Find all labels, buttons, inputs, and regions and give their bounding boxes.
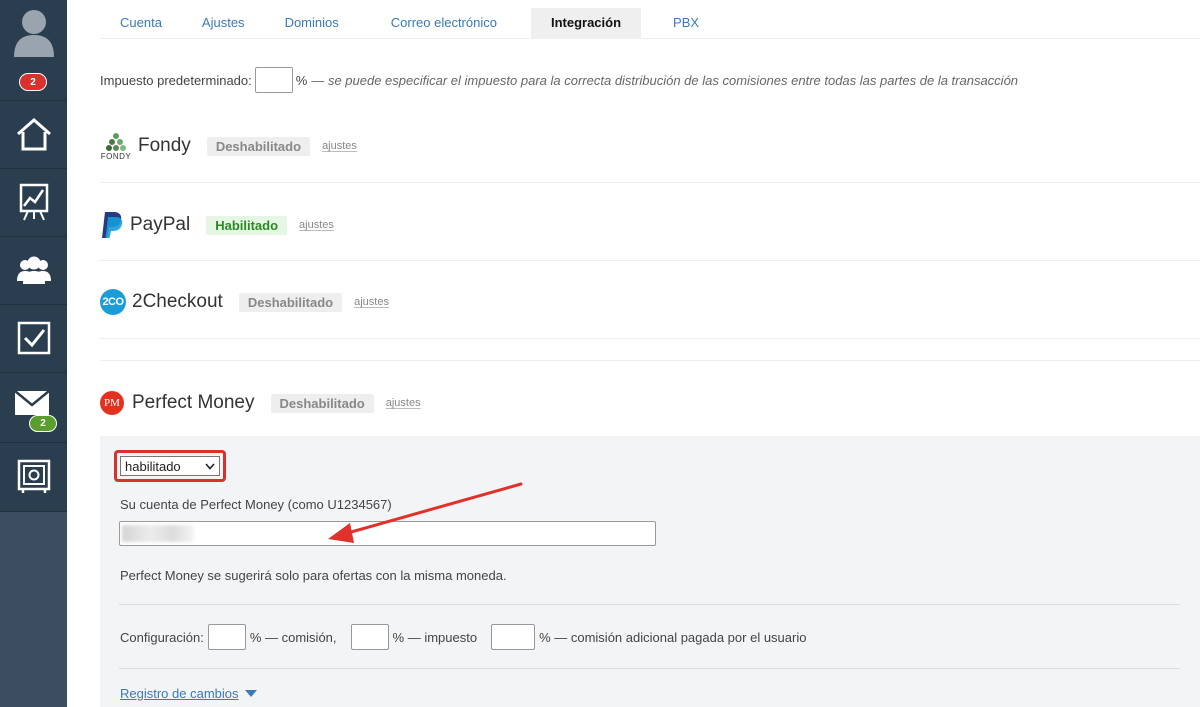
home-icon	[16, 118, 51, 151]
checkbox-icon	[17, 321, 50, 355]
tab-domains[interactable]: Dominios	[265, 8, 359, 38]
tax-input[interactable]	[350, 624, 389, 650]
default-tax-row: Impuesto predeterminado: % — se puede es…	[100, 67, 1018, 93]
chart-icon	[19, 183, 48, 221]
mail-icon	[13, 390, 50, 415]
commission-input[interactable]	[207, 624, 246, 650]
currency-note: Perfect Money se sugerirá solo para ofer…	[120, 568, 507, 583]
sidebar-empty-area	[0, 512, 67, 707]
panel-divider	[119, 604, 1180, 605]
gateway-divider	[100, 260, 1200, 261]
account-label: Su cuenta de Perfect Money (como U123456…	[120, 497, 392, 512]
safe-icon	[17, 459, 50, 493]
sidebar-item-contacts[interactable]	[0, 236, 67, 304]
panel-divider	[119, 668, 1180, 669]
fondy-logo-text: FONDY	[100, 151, 132, 161]
fondy-name: Fondy	[138, 135, 191, 156]
perfect-money-name: Perfect Money	[132, 392, 255, 413]
commission-suffix: % — comisión,	[249, 629, 337, 645]
user-icon	[13, 10, 54, 57]
tab-pbx[interactable]: PBX	[641, 8, 731, 38]
sidebar-item-reports[interactable]	[0, 168, 67, 236]
paypal-status-badge: Habilitado	[206, 215, 288, 235]
extra-commission-input[interactable]	[491, 624, 536, 650]
gateway-2checkout: 2CO 2Checkout Deshabilitado ajustes	[100, 284, 389, 320]
tab-email[interactable]: Correo electrónico	[359, 8, 531, 38]
tabs-divider	[100, 38, 1200, 39]
gateway-fondy: FONDY Fondy Deshabilitado ajustes	[100, 128, 357, 164]
perfect-money-settings-link[interactable]: ajustes	[386, 397, 421, 409]
sidebar-item-settings[interactable]	[0, 443, 67, 511]
default-tax-label: Impuesto predeterminado:	[100, 72, 252, 88]
default-tax-note: — se puede especificar el impuesto para …	[311, 72, 1019, 88]
changelog-link[interactable]: Registro de cambios	[120, 686, 257, 701]
gateway-divider	[100, 360, 1200, 361]
gateway-paypal: PayPal Habilitado ajustes	[100, 207, 334, 243]
sidebar-item-home[interactable]	[0, 100, 67, 168]
default-tax-input[interactable]	[254, 67, 293, 93]
paypal-settings-link[interactable]: ajustes	[299, 219, 334, 231]
2checkout-logo: 2CO	[100, 289, 126, 315]
perfect-money-status-select[interactable]: habilitado	[120, 456, 220, 476]
sidebar: 2 2	[0, 0, 67, 707]
fondy-logo: FONDY	[100, 131, 132, 161]
status-select-value: habilitado	[125, 458, 181, 474]
changelog-label: Registro de cambios	[120, 686, 239, 701]
perfect-money-status-badge: Deshabilitado	[270, 393, 374, 413]
account-input[interactable]	[119, 521, 656, 546]
user-avatar[interactable]	[0, 0, 67, 64]
fondy-status-badge: Deshabilitado	[206, 136, 311, 156]
perfect-money-logo-text: PM	[104, 397, 120, 409]
fondy-settings-link[interactable]: ajustes	[322, 140, 357, 152]
users-icon	[16, 256, 51, 284]
tab-account[interactable]: Cuenta	[100, 8, 182, 38]
chevron-down-icon	[205, 462, 215, 470]
settings-tabs: Cuenta Ajustes Dominios Correo electróni…	[100, 8, 731, 38]
perfect-money-logo: PM	[100, 391, 124, 415]
2checkout-logo-text: 2CO	[102, 296, 124, 308]
sidebar-item-tasks[interactable]	[0, 304, 67, 372]
tax-suffix: % — impuesto	[392, 629, 478, 645]
tab-settings[interactable]: Ajustes	[182, 8, 265, 38]
default-tax-percent: %	[295, 72, 308, 88]
status-select-highlight: habilitado	[114, 450, 226, 482]
tab-integration[interactable]: Integración	[530, 8, 642, 38]
extra-commission-suffix: % — comisión adicional pagada por el usu…	[539, 629, 807, 645]
gateway-divider	[100, 182, 1200, 183]
perfect-money-settings-panel: habilitado Su cuenta de Perfect Money (c…	[100, 436, 1200, 707]
caret-down-icon	[244, 690, 257, 697]
config-label: Configuración:	[120, 629, 204, 645]
gateway-perfect-money: PM Perfect Money Deshabilitado ajustes	[100, 385, 421, 421]
2checkout-status-badge: Deshabilitado	[238, 292, 343, 312]
paypal-logo	[100, 210, 124, 240]
paypal-logo-icon	[102, 212, 123, 238]
2checkout-name: 2Checkout	[132, 291, 223, 312]
2checkout-settings-link[interactable]: ajustes	[354, 296, 389, 308]
paypal-name: PayPal	[130, 214, 191, 235]
mail-badge[interactable]: 2	[29, 415, 57, 432]
gateway-divider	[100, 338, 1200, 339]
notifications-badge[interactable]: 2	[19, 73, 47, 91]
fondy-logo-icon	[106, 132, 126, 151]
commission-config-row: Configuración: % — comisión, % — impuest…	[120, 624, 806, 650]
account-value-redacted	[122, 525, 194, 542]
